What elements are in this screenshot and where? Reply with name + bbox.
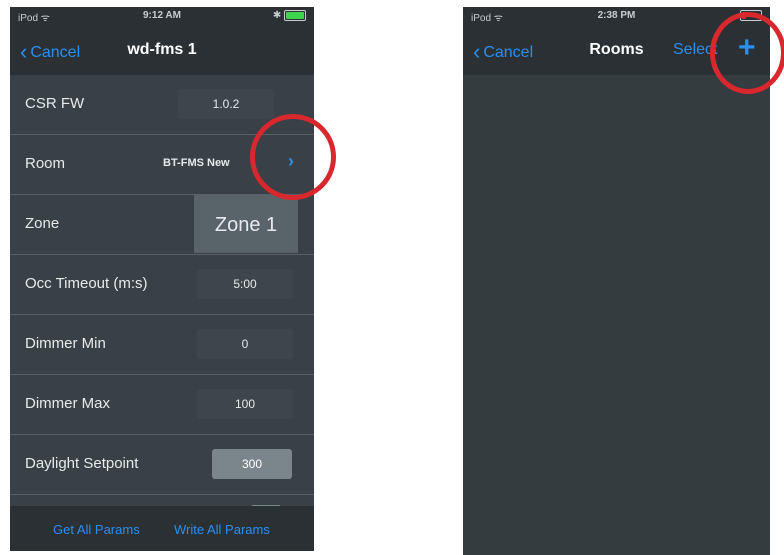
row-dimmer-min: Dimmer Min 0: [10, 315, 314, 375]
dimmer-max-field[interactable]: 100: [197, 389, 293, 419]
csr-fw-field: 1.0.2: [178, 89, 274, 119]
highlight-circle-room: [250, 114, 336, 200]
navigation-bar: ‹ Cancel wd-fms 1: [10, 25, 314, 75]
row-label: Room: [25, 155, 66, 172]
occ-timeout-field[interactable]: 5:00: [197, 269, 293, 299]
get-all-params-button[interactable]: Get All Params: [53, 522, 140, 537]
device-settings-screen: iPod ᯤ 9:12 AM ✱ ‹ Cancel wd-fms 1 CSR FW…: [10, 7, 314, 551]
daylight-setpoint-field[interactable]: 300: [212, 449, 292, 479]
status-time: 9:12 AM: [143, 10, 181, 21]
row-label: CSR FW: [25, 95, 85, 112]
rooms-screen: iPod ᯤ 2:38 PM ‹ Cancel Rooms Select +: [463, 7, 770, 555]
row-dimmer-max: Dimmer Max 100: [10, 375, 314, 435]
room-value: BT-FMS New: [163, 157, 230, 169]
status-bar: iPod ᯤ 9:12 AM ✱: [10, 7, 314, 25]
rooms-list-empty: [463, 75, 770, 555]
write-all-params-button[interactable]: Write All Params: [174, 522, 270, 537]
highlight-circle-add: [710, 12, 784, 94]
row-label: Dimmer Min: [25, 335, 106, 352]
dimmer-min-field[interactable]: 0: [197, 329, 293, 359]
row-zone: Zone Zone 1: [10, 195, 314, 255]
bottom-toolbar: Get All Params Write All Params: [10, 506, 314, 551]
row-label: Occ Timeout (m:s): [25, 275, 148, 292]
page-title: wd-fms 1: [127, 41, 197, 58]
status-time: 2:38 PM: [597, 10, 636, 21]
bluetooth-icon: ✱: [272, 10, 282, 22]
zone-picker[interactable]: Zone 1: [194, 195, 298, 253]
row-label: Zone: [25, 215, 60, 232]
row-label: Dimmer Max: [25, 395, 110, 412]
status-right: ✱: [273, 10, 306, 21]
row-label: Daylight Setpoint: [25, 455, 139, 472]
battery-icon: [284, 10, 306, 21]
row-daylight-setpoint: Daylight Setpoint 300: [10, 435, 314, 495]
row-occ-timeout: Occ Timeout (m:s) 5:00: [10, 255, 314, 315]
